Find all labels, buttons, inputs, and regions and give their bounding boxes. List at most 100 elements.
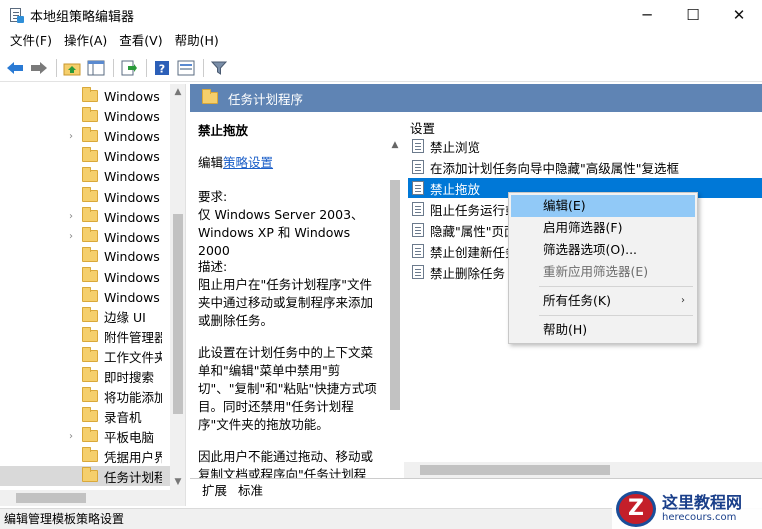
description-scrollbar[interactable]: ▲ ▼ (388, 140, 402, 478)
expand-arrow-icon[interactable]: › (64, 131, 78, 142)
forward-button[interactable] (28, 57, 50, 79)
watermark-site-url: herecours.com (662, 511, 737, 523)
ctx-enable-filter[interactable]: 启用筛选器(F) (511, 217, 695, 239)
tree-item-label: 边缘 UI (104, 309, 146, 325)
tab-standard[interactable]: 标准 (232, 481, 269, 501)
tree-item[interactable]: Windows Ir (0, 106, 170, 126)
properties-button[interactable] (175, 57, 197, 79)
export-list-button[interactable] (118, 57, 140, 79)
list-item-label: 在添加计划任务向导中隐藏"高级属性"复选框 (430, 160, 679, 176)
tree-item[interactable]: Windows 颜 (0, 266, 170, 286)
tree-item[interactable]: 将功能添加 (0, 386, 170, 406)
ctx-filter-options[interactable]: 筛选器选项(O)... (511, 239, 695, 261)
ctx-reapply-filter[interactable]: 重新应用筛选器(E) (511, 261, 695, 283)
folder-icon (82, 407, 98, 422)
details-header: 任务计划程序 (190, 84, 762, 112)
folder-icon (82, 367, 98, 382)
export-icon (121, 60, 137, 75)
tree-item-label: 将功能添加 (104, 389, 162, 405)
menu-view[interactable]: 查看(V) (113, 30, 168, 52)
settings-column-header[interactable]: 设置 (410, 118, 435, 137)
tree-item[interactable]: 录音机 (0, 406, 170, 426)
tree-item-label: Windows 登 (104, 209, 162, 225)
ctx-all-tasks-label: 所有任务(K) (543, 293, 611, 308)
tree-item[interactable]: Windows E (0, 246, 170, 266)
list-item-label: 禁止删除任务 (430, 265, 506, 281)
scroll-up-icon[interactable]: ▲ (170, 84, 185, 100)
expand-arrow-icon[interactable]: › (64, 211, 78, 222)
tree-item-label: Windows Ir (104, 108, 162, 124)
tree-item-label: Windows E (104, 248, 162, 264)
menu-action[interactable]: 操作(A) (58, 30, 113, 52)
watermark-site-name: 这里教程网 (662, 492, 743, 512)
policy-settings-link[interactable]: 策略设置 (223, 155, 273, 170)
tree-item-label: Windows 移 (104, 289, 162, 305)
menu-help[interactable]: 帮助(H) (169, 30, 225, 52)
tree-item-label: Windows 颜 (104, 269, 162, 285)
tree-item[interactable]: 即时搜索 (0, 366, 170, 386)
scroll-thumb[interactable] (390, 180, 400, 410)
scroll-down-icon[interactable]: ▼ (170, 474, 185, 490)
scroll-thumb[interactable] (16, 493, 86, 503)
show-hide-tree-button[interactable] (85, 57, 107, 79)
list-item-label: 阻止任务运行或 (430, 202, 518, 218)
tree-item[interactable]: 工作文件夹 (0, 346, 170, 366)
scroll-up-icon[interactable]: ▲ (388, 140, 402, 150)
tree-item-label: Windows H (104, 88, 162, 104)
up-folder-button[interactable] (61, 57, 83, 79)
ctx-edit[interactable]: 编辑(E) (511, 195, 695, 217)
list-item-label: 禁止拖放 (430, 181, 481, 197)
title-bar: 本地组策略编辑器 ─ ☐ ✕ (0, 0, 762, 30)
tree-item[interactable]: Windows 错 (0, 186, 170, 206)
tree-item-label: 即时搜索 (104, 369, 155, 385)
policy-setting-icon (412, 202, 424, 216)
list-horizontal-scrollbar[interactable] (404, 462, 762, 478)
expand-arrow-icon[interactable]: › (64, 431, 78, 442)
ctx-all-tasks[interactable]: 所有任务(K) › (511, 290, 695, 312)
tree-item[interactable]: Windows P (0, 166, 170, 186)
help-icon: ? (155, 60, 169, 75)
folder-icon (82, 207, 98, 222)
expand-arrow-icon[interactable]: › (64, 231, 78, 242)
description-text-3: 因此用户不能通过拖动、移动或复制文档或程序向"任务计划程序"文件夹添加新的计划任… (198, 449, 374, 478)
window-title: 本地组策略编辑器 (30, 9, 135, 25)
help-button[interactable]: ? (151, 57, 173, 79)
list-item[interactable]: 在添加计划任务向导中隐藏"高级属性"复选框 (408, 157, 762, 177)
tree-item[interactable]: › Windows M (0, 126, 170, 146)
tree-item[interactable]: › Windows 登 (0, 206, 170, 226)
folder-icon (82, 467, 98, 482)
tree-item[interactable]: 边缘 UI (0, 306, 170, 326)
close-button[interactable]: ✕ (716, 0, 762, 30)
menu-file[interactable]: 文件(F) (4, 30, 58, 52)
tree-item[interactable]: › Windows 更 (0, 226, 170, 246)
tree-vertical-scrollbar[interactable]: ▲ ▼ (170, 84, 185, 490)
tree-item[interactable]: Windows M (0, 146, 170, 166)
tree-horizontal-scrollbar[interactable] (0, 490, 185, 506)
list-item[interactable]: 禁止浏览 (408, 136, 762, 156)
scroll-thumb[interactable] (420, 465, 610, 475)
context-menu: 编辑(E) 启用筛选器(F) 筛选器选项(O)... 重新应用筛选器(E) 所有… (508, 192, 698, 344)
tree-item-label: 录音机 (104, 409, 142, 425)
tree-item[interactable]: 附件管理器 (0, 326, 170, 346)
folder-icon (82, 87, 98, 102)
tree-item-task-scheduler[interactable]: 任务计划程序 (0, 466, 170, 486)
details-header-title: 任务计划程序 (228, 91, 304, 107)
ctx-help[interactable]: 帮助(H) (511, 319, 695, 341)
minimize-button[interactable]: ─ (624, 0, 670, 30)
tree-item-label: Windows M (104, 128, 162, 144)
back-button[interactable] (4, 57, 26, 79)
tree-item[interactable]: Windows H (0, 86, 170, 106)
tab-extended[interactable]: 扩展 (196, 481, 233, 501)
policy-setting-icon (412, 244, 424, 258)
policy-setting-icon (412, 160, 424, 174)
tree-item-label: 附件管理器 (104, 329, 162, 345)
tree-item[interactable]: 凭据用户界面 (0, 446, 170, 466)
tree-item[interactable]: Windows 移 (0, 286, 170, 306)
maximize-button[interactable]: ☐ (670, 0, 716, 30)
tree-item-label: Windows 错 (104, 189, 162, 205)
toolbar-separator (146, 58, 147, 77)
scroll-thumb[interactable] (173, 214, 183, 414)
policy-setting-icon (412, 265, 424, 279)
tree-item[interactable]: › 平板电脑 (0, 426, 170, 446)
filter-button[interactable] (208, 57, 230, 79)
